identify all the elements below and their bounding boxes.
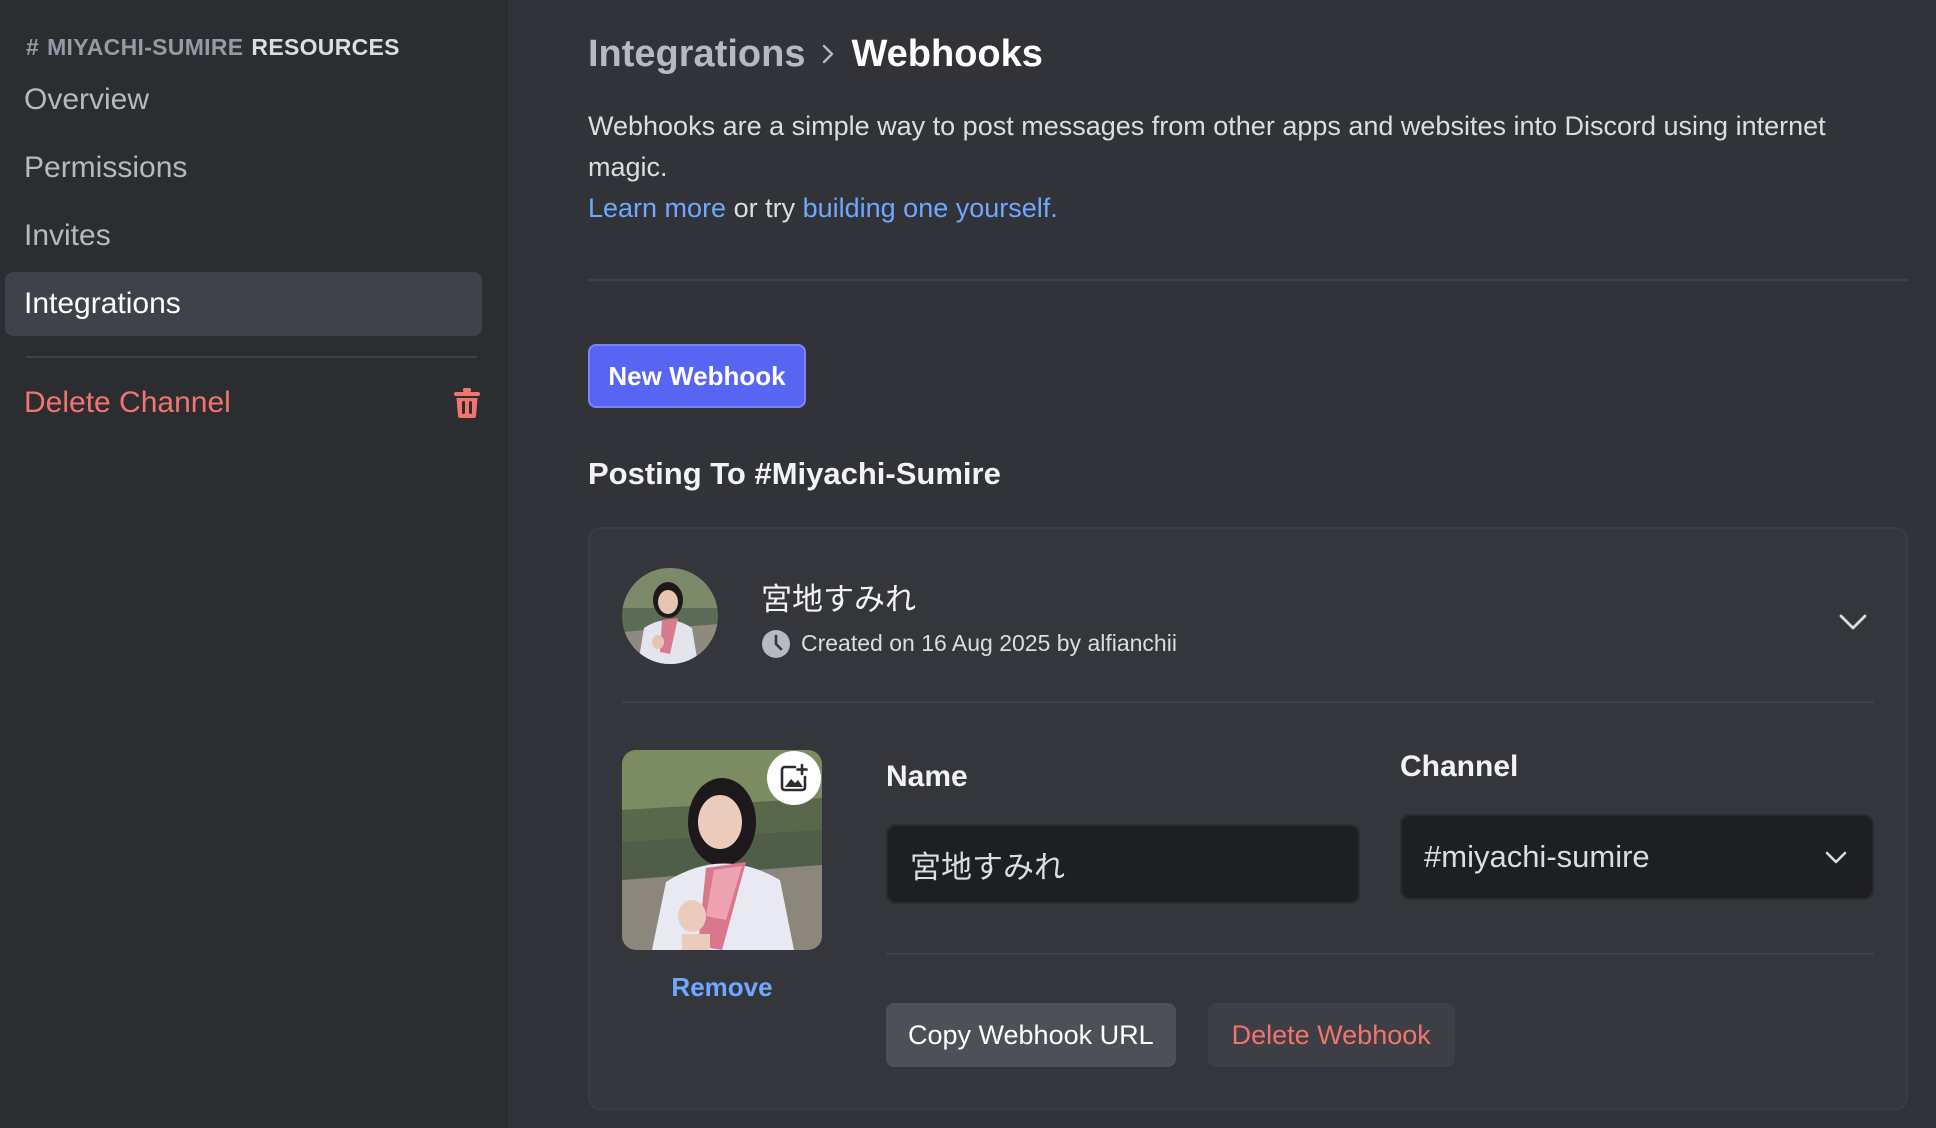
description-text: Webhooks are a simple way to post messag… [588,111,1826,182]
delete-channel-label: Delete Channel [24,386,231,419]
sidebar-header-hash: # [26,33,40,60]
webhook-card-header[interactable]: 宮地すみれ Created on 16 Aug 2025 by alfianch… [622,567,1874,665]
webhook-created-text: Created on 16 Aug 2025 by alfianchii [801,630,1177,656]
webhook-actions: Copy Webhook URL Delete Webhook [886,1003,1874,1067]
sidebar-header: # MIYACHI-SUMIRE RESOURCES [26,30,482,64]
channel-select[interactable]: #miyachi-sumire [1400,814,1874,900]
copy-webhook-url-button[interactable]: Copy Webhook URL [886,1003,1176,1067]
sidebar-header-suffix: RESOURCES [251,33,400,60]
breadcrumb-parent[interactable]: Integrations [588,33,805,76]
remove-avatar-link[interactable]: Remove [622,972,822,1003]
sidebar-item-overview[interactable]: Overview [5,68,482,132]
sidebar: # MIYACHI-SUMIRE RESOURCES Overview Perm… [0,0,508,1128]
sidebar-header-channel: MIYACHI-SUMIRE [47,33,244,60]
avatar [622,568,718,664]
webhook-card-body: Remove Name 宮地すみれ Channel #miyachi-sumir… [622,750,1874,1067]
image-plus-icon [780,763,808,792]
clock-icon [762,629,790,658]
trash-icon [454,388,480,418]
webhook-created-meta: Created on 16 Aug 2025 by alfianchii [761,629,1177,659]
sidebar-item-invites[interactable]: Invites [5,204,482,268]
section-divider [588,279,1908,281]
page-title: Webhooks [851,32,1043,75]
channel-select-value: #miyachi-sumire [1424,839,1650,874]
fields-divider [886,953,1874,955]
channel-field-group: Channel #miyachi-sumire [1400,750,1874,904]
sidebar-item-label: Invites [24,219,111,252]
new-webhook-button[interactable]: New Webhook [588,344,806,408]
name-input[interactable]: 宮地すみれ [886,824,1360,904]
channel-label: Channel [1400,750,1519,783]
delete-webhook-button[interactable]: Delete Webhook [1207,1003,1455,1067]
webhook-fields: Name 宮地すみれ Channel #miyachi-sumire Copy … [886,750,1874,1067]
sidebar-item-label: Overview [24,83,150,116]
build-one-link[interactable]: building one yourself. [803,193,1058,223]
name-label: Name [886,760,968,793]
chevron-down-icon [1825,851,1847,864]
sidebar-item-label: Integrations [24,287,181,320]
upload-avatar-button[interactable] [767,751,821,805]
webhook-card-info: 宮地すみれ Created on 16 Aug 2025 by alfianch… [761,574,1177,659]
chevron-right-icon [823,44,834,64]
chevron-down-icon[interactable] [1838,607,1868,637]
webhook-name-display: 宮地すみれ [761,581,916,617]
posting-to-heading: Posting To #Miyachi-Sumire [588,456,1001,491]
description-or-try: or try [726,193,803,223]
app-window: # MIYACHI-SUMIRE RESOURCES Overview Perm… [0,0,1936,1128]
sidebar-item-label: Permissions [24,151,188,184]
webhook-fields-row: Name 宮地すみれ Channel #miyachi-sumire [886,750,1874,904]
webhook-avatar-column: Remove [622,750,822,1067]
sidebar-divider [26,356,477,358]
card-divider [622,701,1874,703]
sidebar-item-permissions[interactable]: Permissions [5,136,482,200]
webhook-card: 宮地すみれ Created on 16 Aug 2025 by alfianch… [588,527,1908,1110]
main-content: Integrations Webhooks Webhooks are a sim… [508,0,1936,1128]
delete-channel-button[interactable]: Delete Channel [5,372,482,434]
sidebar-item-integrations[interactable]: Integrations [5,272,482,336]
name-field-group: Name 宮地すみれ [886,750,1360,904]
learn-more-link[interactable]: Learn more [588,193,726,223]
breadcrumb: Integrations Webhooks [588,30,1908,78]
webhooks-description: Webhooks are a simple way to post messag… [588,106,1908,229]
